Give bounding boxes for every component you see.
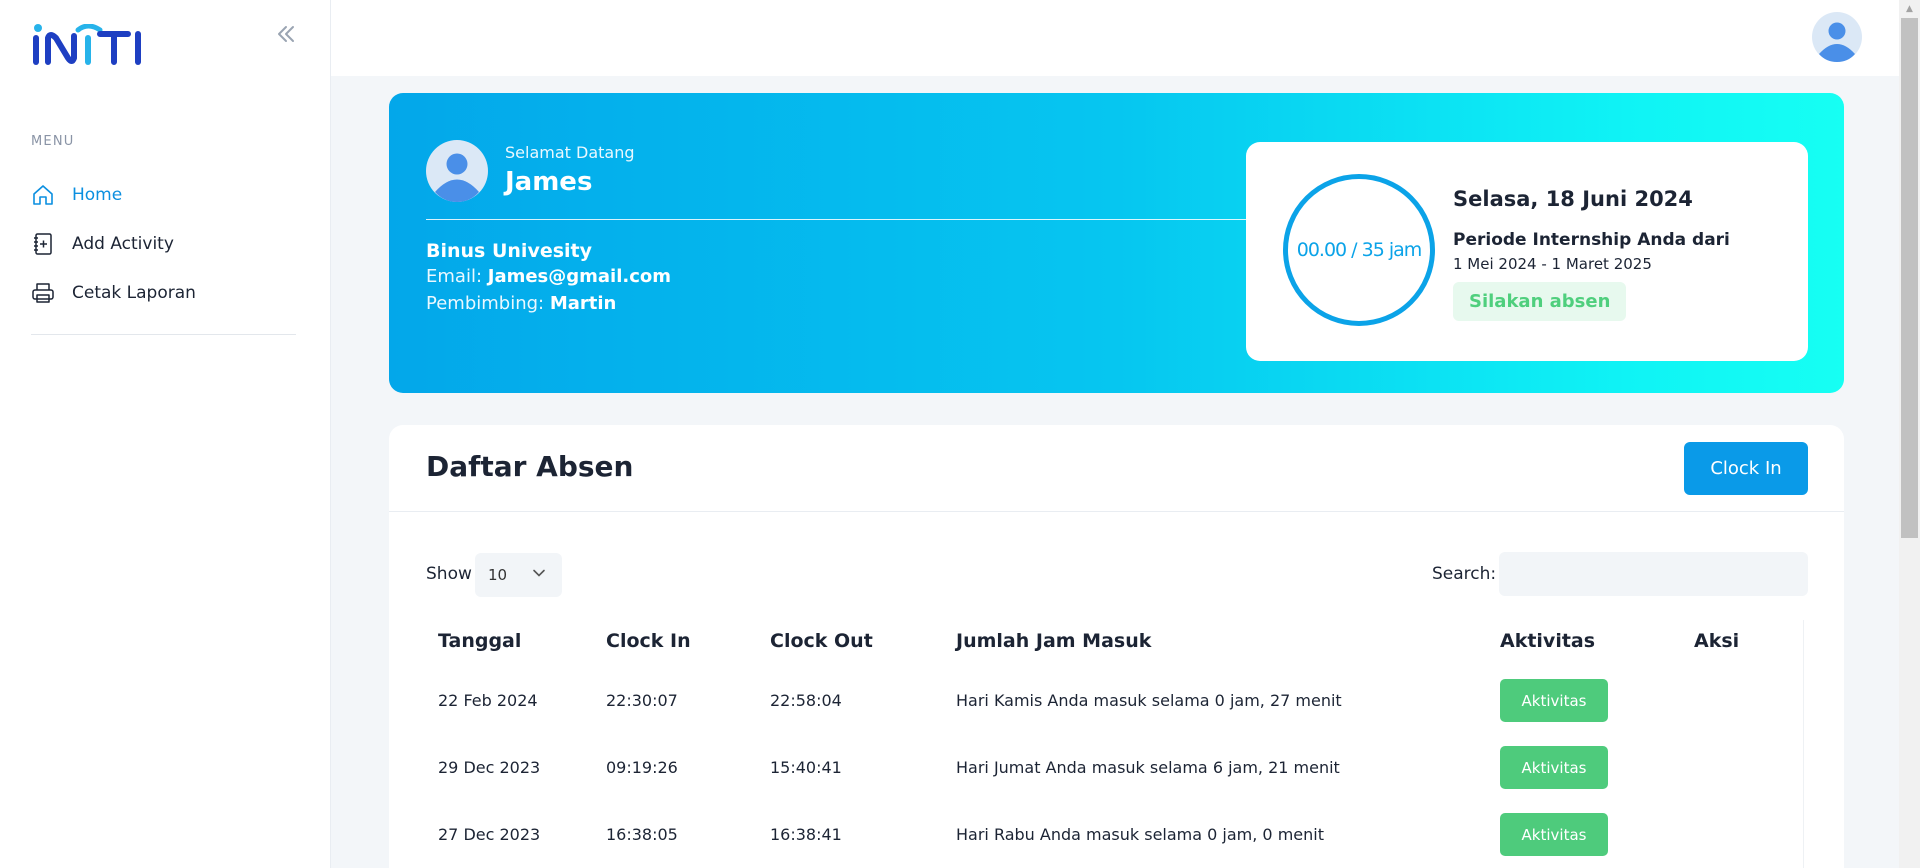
table-header-row: Tanggal Clock In Clock Out Jumlah Jam Ma… [426, 615, 1808, 667]
add-activity-icon [30, 231, 56, 257]
column-header[interactable]: Tanggal [426, 615, 594, 667]
select-value: 10 [488, 566, 508, 584]
clock-in-cell: 22:30:07 [606, 691, 678, 710]
user-name: James [505, 167, 593, 197]
summary-cell: Hari Rabu Anda masuk selama 0 jam, 0 men… [956, 825, 1324, 844]
topbar [331, 0, 1899, 76]
current-date: Selasa, 18 Juni 2024 [1453, 187, 1693, 211]
email-label: Email: [426, 266, 483, 287]
column-header[interactable]: Aksi [1682, 615, 1808, 667]
activity-cell: Aktivitas [1488, 734, 1682, 801]
hours-text: 00.00 / 35 jam [1296, 239, 1423, 261]
action-cell [1682, 801, 1808, 868]
sidebar-item-label: Cetak Laporan [72, 282, 196, 303]
welcome-text: Selamat Datang [505, 143, 635, 162]
welcome-hero: Selamat Datang James Binus Univesity Ema… [389, 93, 1844, 393]
supervisor-row: Pembimbing: Martin [426, 293, 616, 314]
activity-cell: Aktivitas [1488, 667, 1682, 734]
attendance-card: 00.00 / 35 jam Selasa, 18 Juni 2024 Peri… [1246, 142, 1808, 361]
column-header[interactable]: Clock In [594, 615, 758, 667]
email-value: James@gmail.com [487, 266, 672, 287]
home-icon [30, 182, 56, 208]
summary-cell: Hari Jumat Anda masuk selama 6 jam, 21 m… [956, 758, 1340, 777]
sidebar-item-label: Home [72, 184, 123, 205]
search-label: Search: [1432, 564, 1497, 584]
action-cell [1682, 734, 1808, 801]
date-cell: 29 Dec 2023 [438, 758, 541, 777]
activity-button[interactable]: Aktivitas [1500, 679, 1608, 722]
hours-progress-ring: 00.00 / 35 jam [1283, 174, 1435, 326]
table-row: 27 Dec 2023 16:38:05 16:38:41 Hari Rabu … [426, 801, 1808, 868]
show-label: Show [426, 564, 472, 584]
date-cell: 27 Dec 2023 [438, 825, 541, 844]
summary-cell: Hari Kamis Anda masuk selama 0 jam, 27 m… [956, 691, 1342, 710]
panel-header: Daftar Absen Clock In [389, 425, 1844, 512]
action-cell [1682, 667, 1808, 734]
chevron-down-icon [533, 569, 545, 577]
clock-out-cell: 16:38:41 [770, 825, 842, 844]
sidebar-nav: Home Add Activity Cetak Laporan [30, 170, 300, 317]
activity-cell: Aktivitas [1488, 801, 1682, 868]
collapse-sidebar-icon[interactable] [274, 22, 298, 46]
printer-icon [30, 280, 56, 306]
clock-out-cell: 15:40:41 [770, 758, 842, 777]
scroll-up-icon[interactable]: ▲ [1899, 0, 1920, 17]
table-row: 29 Dec 2023 09:19:26 15:40:41 Hari Jumat… [426, 734, 1808, 801]
divider [426, 219, 1248, 220]
period-range: 1 Mei 2024 - 1 Maret 2025 [1453, 255, 1652, 273]
sidebar-item-label: Add Activity [72, 233, 174, 254]
column-header[interactable]: Clock Out [758, 615, 944, 667]
clock-in-cell: 09:19:26 [606, 758, 678, 777]
table-edge [1803, 620, 1804, 868]
user-avatar-icon[interactable] [1812, 12, 1862, 62]
clock-in-button[interactable]: Clock In [1684, 442, 1808, 495]
university-name: Binus Univesity [426, 240, 592, 262]
sidebar: MENU Home Add Activity Cetak Laporan [0, 0, 331, 868]
activity-button[interactable]: Aktivitas [1500, 813, 1608, 856]
sidebar-item-cetak-laporan[interactable]: Cetak Laporan [30, 268, 300, 317]
profile-avatar-icon [426, 140, 488, 202]
menu-heading: MENU [31, 134, 75, 149]
sidebar-item-home[interactable]: Home [30, 170, 300, 219]
period-label: Periode Internship Anda dari [1453, 230, 1730, 250]
attendance-table: Tanggal Clock In Clock Out Jumlah Jam Ma… [426, 615, 1808, 868]
activity-button[interactable]: Aktivitas [1500, 746, 1608, 789]
column-header[interactable]: Aktivitas [1488, 615, 1682, 667]
entries-per-page-select[interactable]: 10 [475, 553, 562, 597]
search-input[interactable] [1499, 552, 1808, 596]
email-row: Email: James@gmail.com [426, 266, 671, 287]
sidebar-item-add-activity[interactable]: Add Activity [30, 219, 300, 268]
scrollbar-thumb[interactable] [1901, 18, 1918, 538]
clock-out-cell: 22:58:04 [770, 691, 842, 710]
initi-logo[interactable] [32, 24, 156, 66]
column-header[interactable]: Jumlah Jam Masuk [944, 615, 1488, 667]
status-badge: Silakan absen [1453, 282, 1627, 321]
table-row: 22 Feb 2024 22:30:07 22:58:04 Hari Kamis… [426, 667, 1808, 734]
clock-in-cell: 16:38:05 [606, 825, 678, 844]
supervisor-label: Pembimbing: [426, 293, 545, 314]
divider [31, 334, 296, 335]
attendance-panel: Daftar Absen Clock In Show 10 Search: Ta… [389, 425, 1844, 868]
panel-title: Daftar Absen [426, 450, 634, 483]
supervisor-value: Martin [549, 293, 617, 314]
date-cell: 22 Feb 2024 [438, 691, 538, 710]
